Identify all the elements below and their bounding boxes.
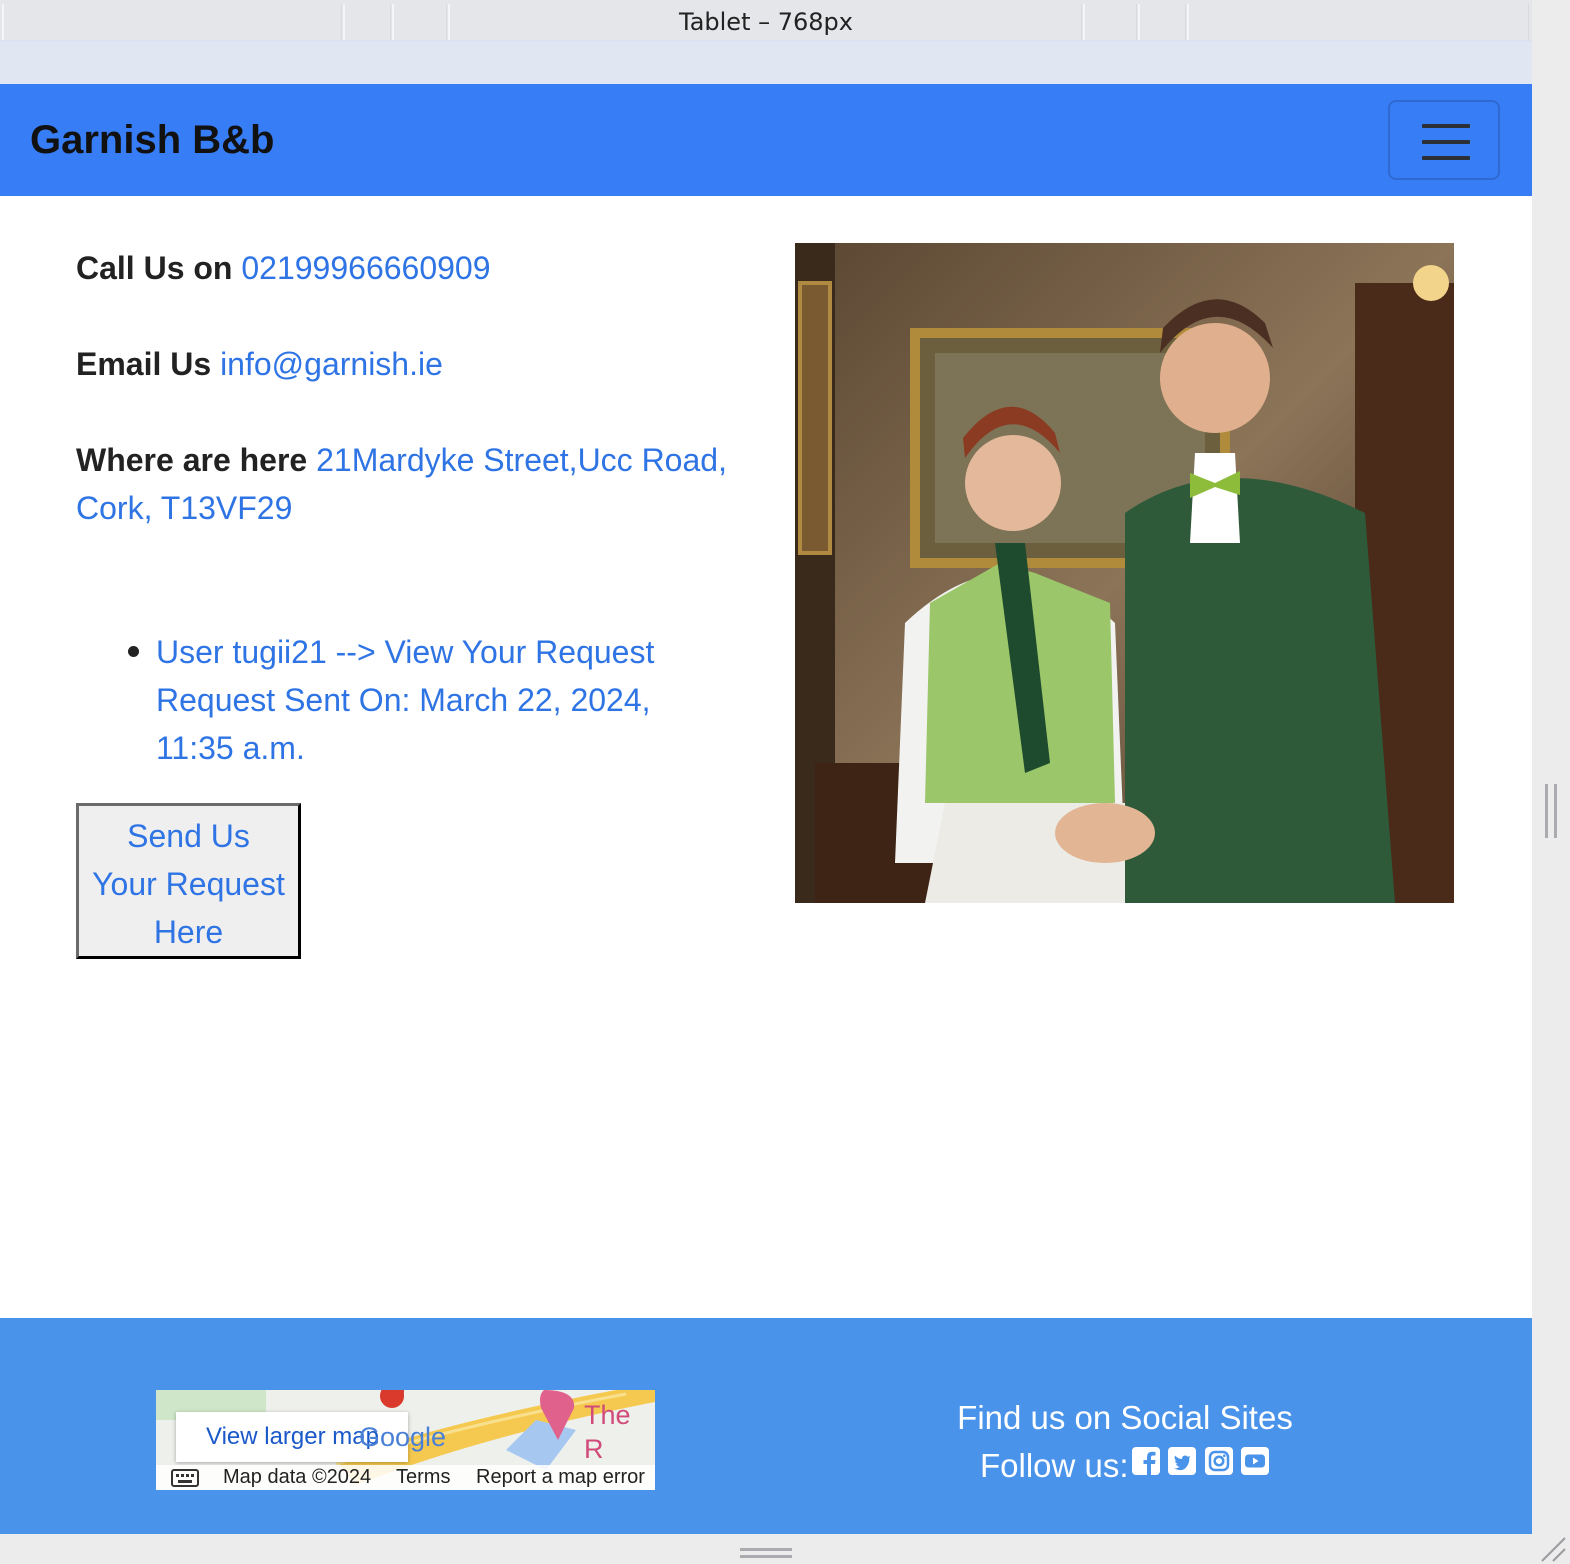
map-data-text: Map data ©2024 xyxy=(223,1466,372,1488)
map-attribution-bar: Map data ©2024 Terms Report a map error xyxy=(156,1465,655,1490)
list-bullet xyxy=(128,646,139,657)
twitter-icon[interactable] xyxy=(1167,1446,1197,1476)
hamburger-menu-icon xyxy=(1422,140,1470,144)
corner-resize-icon[interactable] xyxy=(1536,1534,1566,1562)
vertical-resize-handle[interactable] xyxy=(740,1548,792,1558)
device-subbar xyxy=(0,42,1532,84)
youtube-icon[interactable] xyxy=(1240,1446,1270,1476)
follow-us-label: Follow us: xyxy=(980,1447,1129,1484)
hamburger-menu-icon xyxy=(1422,156,1470,160)
map-terms-link[interactable]: Terms xyxy=(396,1465,450,1490)
hamburger-menu-icon xyxy=(1422,124,1470,128)
instagram-icon[interactable] xyxy=(1204,1446,1234,1476)
address-link-line2[interactable]: Cork, T13VF29 xyxy=(76,490,292,526)
navbar-toggler-button[interactable] xyxy=(1388,100,1500,180)
embedded-map[interactable]: View larger map Google The R Map data ©2… xyxy=(156,1390,655,1490)
map-place-label[interactable]: The R xyxy=(584,1398,655,1466)
google-logo: Google xyxy=(359,1422,447,1452)
request-link[interactable]: User tugii21 --> View Your Request xyxy=(156,628,716,676)
email-us-line: Email Us info@garnish.ie xyxy=(76,340,443,388)
address-line: Where are here 21Mardyke Street,Ucc Road… xyxy=(76,436,756,532)
horizontal-resize-handle[interactable] xyxy=(1545,784,1557,838)
send-button-line: Send Us xyxy=(127,817,250,854)
footer: View larger map Google The R Map data ©2… xyxy=(0,1318,1532,1534)
send-request-button[interactable]: Send Us Your Request Here xyxy=(76,803,301,959)
navbar: Garnish B&b xyxy=(0,84,1532,196)
send-button-line: Here xyxy=(153,913,224,950)
email-us-label: Email Us xyxy=(76,346,212,382)
request-list-item[interactable]: User tugii21 --> View Your Request Reque… xyxy=(156,628,716,772)
hosts-photo xyxy=(795,243,1454,903)
social-title: Find us on Social Sites xyxy=(957,1399,1293,1436)
device-size-label: Tablet – 768px xyxy=(679,8,853,36)
map-report-error-link[interactable]: Report a map error xyxy=(476,1465,645,1490)
call-us-label: Call Us on xyxy=(76,250,233,286)
keyboard-icon[interactable] xyxy=(171,1469,199,1487)
resize-gutter xyxy=(1532,0,1570,1564)
device-preview-bar: Tablet – 768px xyxy=(0,0,1532,42)
brand-logo[interactable]: Garnish B&b xyxy=(30,118,274,163)
address-link-line1[interactable]: 21Mardyke Street,Ucc Road, xyxy=(316,442,727,478)
page-viewport: Garnish B&b Call Us on 02199966660909 Em… xyxy=(0,84,1532,1534)
request-date[interactable]: Request Sent On: March 22, 2024, xyxy=(156,676,716,724)
send-button-line: Your Request xyxy=(92,865,285,902)
facebook-icon[interactable] xyxy=(1131,1446,1161,1476)
email-link[interactable]: info@garnish.ie xyxy=(220,346,443,382)
phone-link[interactable]: 02199966660909 xyxy=(241,250,490,286)
call-us-line: Call Us on 02199966660909 xyxy=(76,244,491,292)
address-label: Where are here xyxy=(76,442,308,478)
request-time[interactable]: 11:35 a.m. xyxy=(156,724,716,772)
